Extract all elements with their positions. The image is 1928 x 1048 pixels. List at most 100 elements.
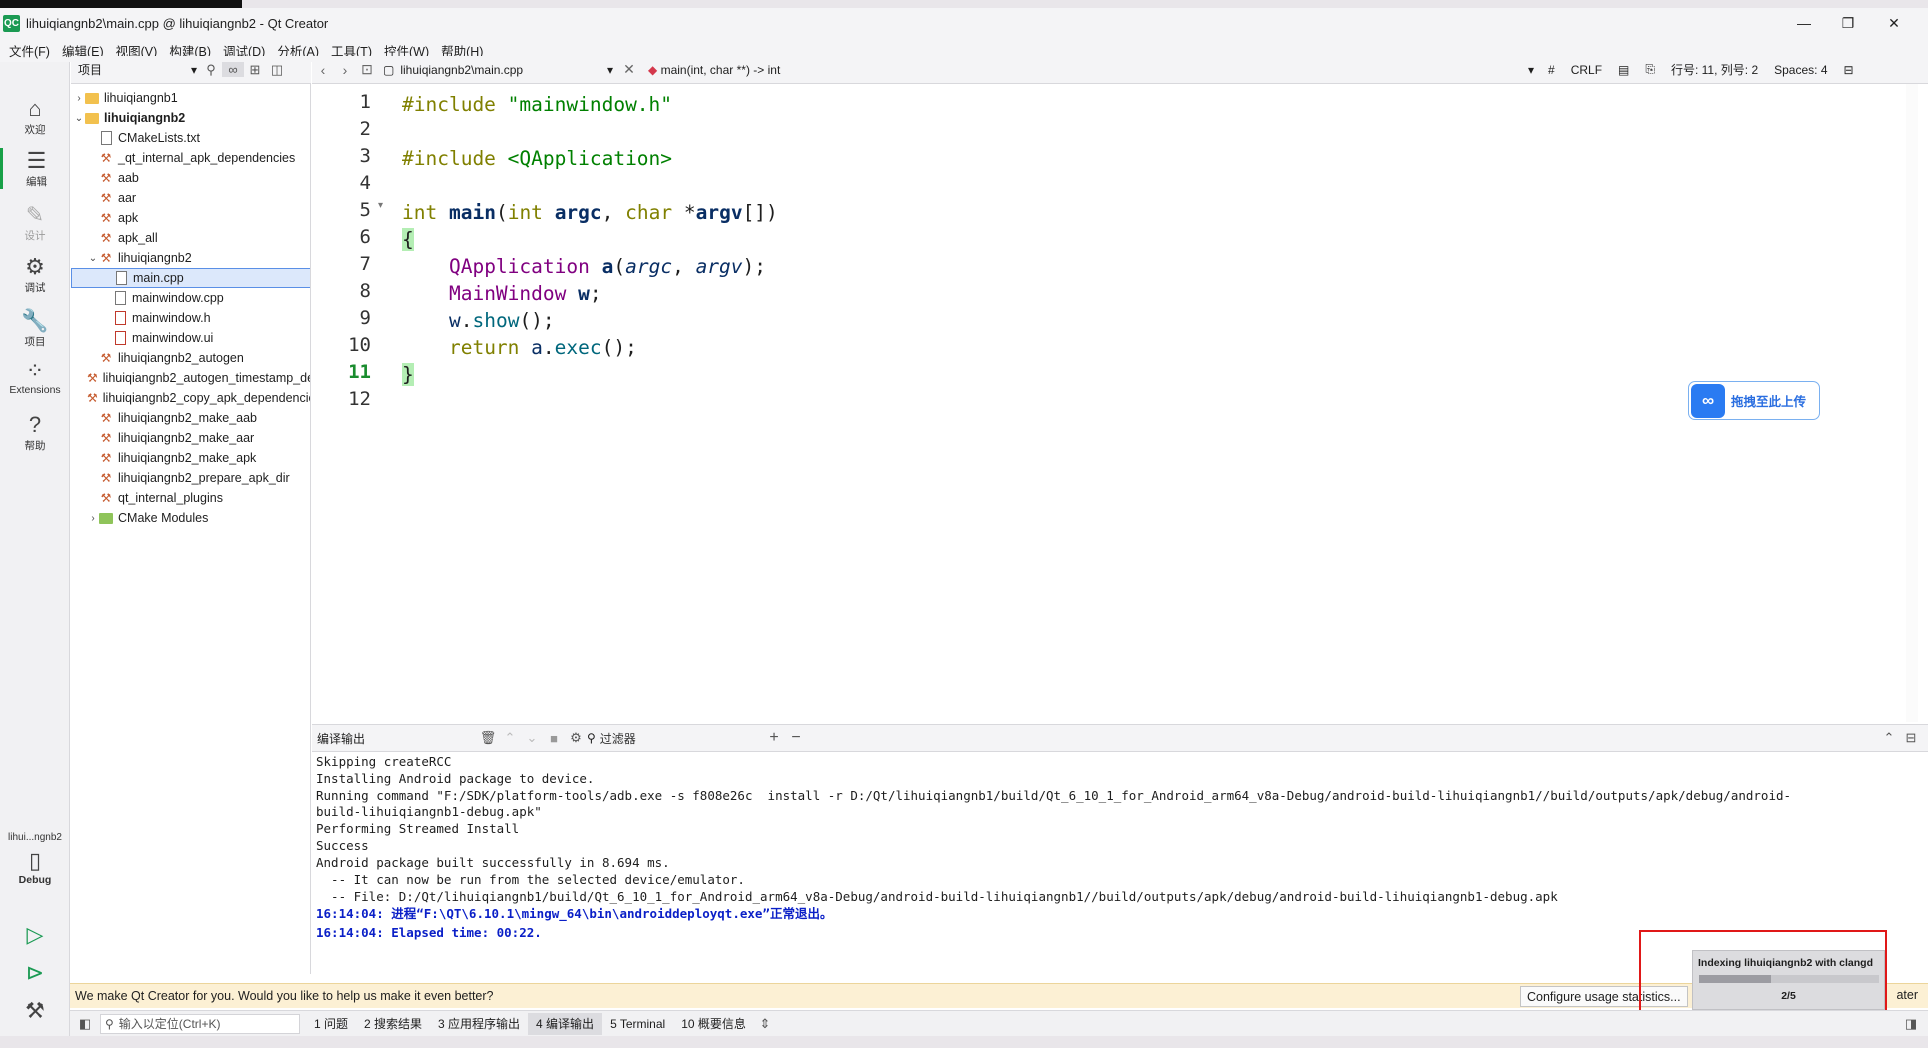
tab-application-output[interactable]: 3 应用程序输出 <box>430 1013 528 1035</box>
tree-item[interactable]: mainwindow.h <box>71 308 310 328</box>
remove-icon[interactable]: − <box>785 729 807 747</box>
editor-scrollbar[interactable] <box>1906 84 1918 722</box>
open-file-combo[interactable]: ▢ lihuiqiangnb2\main.cpp ▾ <box>378 63 618 77</box>
settings-gear-icon[interactable]: ⚙ <box>565 730 587 746</box>
tree-item-label: lihuiqiangnb2_make_aab <box>118 411 258 425</box>
mode-edit[interactable]: ☰ 编辑 <box>0 148 70 189</box>
tab-compile-output[interactable]: 4 编译输出 <box>528 1012 603 1035</box>
tree-item[interactable]: ⚒ qt_internal_plugins <box>71 488 310 508</box>
build-target-icon: ⚒ <box>100 251 112 265</box>
mode-bar: ⌂ 欢迎 ☰ 编辑 ✎ 设计 ⚙ 调试 🔧 项目 ⁘ Extensions ? 帮助 lihu… <box>0 62 70 1048</box>
tree-item[interactable]: CMakeLists.txt <box>71 128 310 148</box>
document-icon[interactable]: ▤ <box>1610 63 1637 77</box>
toggle-sidebar-icon[interactable]: ◧ <box>74 1016 96 1032</box>
close-pane-icon[interactable]: ⊟ <box>1900 730 1922 746</box>
maximize-button[interactable]: ❐ <box>1828 8 1868 38</box>
tree-item[interactable]: mainwindow.ui <box>71 328 310 348</box>
run-button[interactable]: ▷ <box>0 922 70 948</box>
tree-item[interactable]: ⚒ lihuiqiangnb2_autogen_timestamp_deps <box>71 368 311 388</box>
code-line: #include <QApplication> <box>402 147 673 170</box>
chevron-down-icon[interactable]: ⌄ <box>87 253 99 264</box>
next-icon[interactable]: ⌄ <box>521 730 543 746</box>
tree-item[interactable]: ⚒ apk_all <box>71 228 310 248</box>
close-document-icon[interactable]: ✕ <box>618 61 640 78</box>
tree-item[interactable]: ⚒ _qt_internal_apk_dependencies <box>71 148 310 168</box>
encoding-icon[interactable]: ⎘ <box>1637 62 1663 77</box>
mode-extensions[interactable]: ⁘ Extensions <box>0 358 70 396</box>
tree-item[interactable]: ⌄ lihuiqiangnb2 <box>71 108 310 128</box>
later-button[interactable]: ater <box>1896 988 1918 1002</box>
close-button[interactable]: ✕ <box>1874 8 1914 38</box>
minimize-button[interactable]: — <box>1784 8 1824 38</box>
build-target-icon: ⚒ <box>100 231 112 245</box>
tree-item[interactable]: ⚒ aab <box>71 168 310 188</box>
output-filter[interactable]: ⚲ 过滤器 <box>587 730 763 747</box>
tree-item[interactable]: › CMake Modules <box>71 508 310 528</box>
debug-run-button[interactable]: ⊳ <box>0 960 70 986</box>
tree-item[interactable]: ⚒ apk <box>71 208 310 228</box>
tab-search-results[interactable]: 2 搜索结果 <box>356 1013 430 1035</box>
project-view-select[interactable]: 项目 ▾ <box>75 60 200 80</box>
tree-item[interactable]: ⚒ lihuiqiangnb2_autogen <box>71 348 310 368</box>
chevron-right-icon[interactable]: › <box>87 513 99 524</box>
chevron-right-icon[interactable]: › <box>73 93 85 104</box>
mode-debug[interactable]: ⚙ 调试 <box>0 254 70 295</box>
line-number: 9 <box>359 307 371 329</box>
close-sidebar-icon[interactable]: ◫ <box>266 62 288 78</box>
locator-input[interactable]: ⚲ 输入以定位(Ctrl+K) <box>100 1013 300 1034</box>
line-number: 2 <box>359 118 371 140</box>
info-message: We make Qt Creator for you. Would you li… <box>75 989 494 1003</box>
symbol-icon: ◆ <box>648 62 658 77</box>
cursor-position[interactable]: 行号: 11, 列号: 2 <box>1663 61 1766 78</box>
file-icon <box>113 291 127 305</box>
tab-general-messages[interactable]: 10 概要信息 <box>673 1013 754 1035</box>
chevron-down-icon[interactable]: ⌄ <box>73 113 85 124</box>
add-icon[interactable]: + <box>763 729 785 747</box>
folder-icon <box>85 91 99 105</box>
build-target-icon: ⚒ <box>100 211 112 225</box>
tree-item[interactable]: ⚒ lihuiqiangnb2_make_aab <box>71 408 310 428</box>
chevron-down-icon: ▾ <box>190 62 197 77</box>
tree-item[interactable]: main.cpp <box>71 268 310 288</box>
more-tabs-icon[interactable]: ⇕ <box>754 1016 776 1032</box>
tab-issues[interactable]: 1 问题 <box>306 1013 356 1035</box>
tree-item-label: lihuiqiangnb2_autogen_timestamp_deps <box>102 371 311 385</box>
tree-item[interactable]: ⚒ aar <box>71 188 310 208</box>
build-target-icon: ⚒ <box>100 171 112 185</box>
tree-item[interactable]: mainwindow.cpp <box>71 288 310 308</box>
build-button[interactable]: ⚒ <box>0 998 70 1024</box>
back-icon[interactable]: ‹ <box>312 62 334 78</box>
prev-icon[interactable]: ⌃ <box>499 730 521 746</box>
tree-item[interactable]: ⚒ lihuiqiangnb2_prepare_apk_dir <box>71 468 310 488</box>
tree-item[interactable]: ⌄ ⚒ lihuiqiangnb2 <box>71 248 310 268</box>
mode-design[interactable]: ✎ 设计 <box>0 202 70 243</box>
mode-help[interactable]: ? 帮助 <box>0 412 70 453</box>
mode-label: 帮助 <box>24 440 46 452</box>
tree-item[interactable]: ⚒ lihuiqiangnb2_make_apk <box>71 448 310 468</box>
filter-icon[interactable]: ⚲ <box>200 62 222 78</box>
tree-item[interactable]: › lihuiqiangnb1 <box>71 88 310 108</box>
clear-icon[interactable]: 🗑 <box>477 730 499 746</box>
stop-icon[interactable]: ■ <box>543 731 565 746</box>
tab-terminal[interactable]: 5 Terminal <box>602 1013 673 1035</box>
mode-welcome[interactable]: ⌂ 欢迎 <box>0 96 70 137</box>
menu-file[interactable]: 文件(F) <box>3 41 56 60</box>
fold-marker-icon[interactable]: ▾ <box>378 200 383 211</box>
split-icon[interactable]: ⊞ <box>244 62 266 78</box>
hash-button[interactable]: # <box>1540 63 1563 77</box>
line-ending-button[interactable]: CRLF <box>1563 63 1610 77</box>
toggle-right-sidebar-icon[interactable]: ◨ <box>1900 1016 1922 1032</box>
symbol-combo[interactable]: ◆ main(int, char **) -> int ▾ <box>640 63 1540 77</box>
link-icon[interactable]: ∞ <box>222 62 244 77</box>
tree-item[interactable]: ⚒ lihuiqiangnb2_copy_apk_dependencies <box>71 388 310 408</box>
mode-projects[interactable]: 🔧 项目 <box>0 308 70 349</box>
upload-drop-badge[interactable]: ∞ 拖拽至此上传 <box>1688 381 1820 420</box>
indent-setting[interactable]: Spaces: 4 <box>1766 63 1835 77</box>
forward-icon[interactable]: › <box>334 62 356 78</box>
split-editor-icon[interactable]: ⊟ <box>1836 63 1862 77</box>
maximize-pane-icon[interactable]: ⌃ <box>1878 730 1900 746</box>
tree-item[interactable]: ⚒ lihuiqiangnb2_make_aar <box>71 428 310 448</box>
file-icon <box>113 311 127 325</box>
code-editor[interactable]: #include "mainwindow.h" #include <QAppli… <box>400 84 1905 722</box>
kit-selector[interactable]: ▯ Debug <box>0 848 70 886</box>
